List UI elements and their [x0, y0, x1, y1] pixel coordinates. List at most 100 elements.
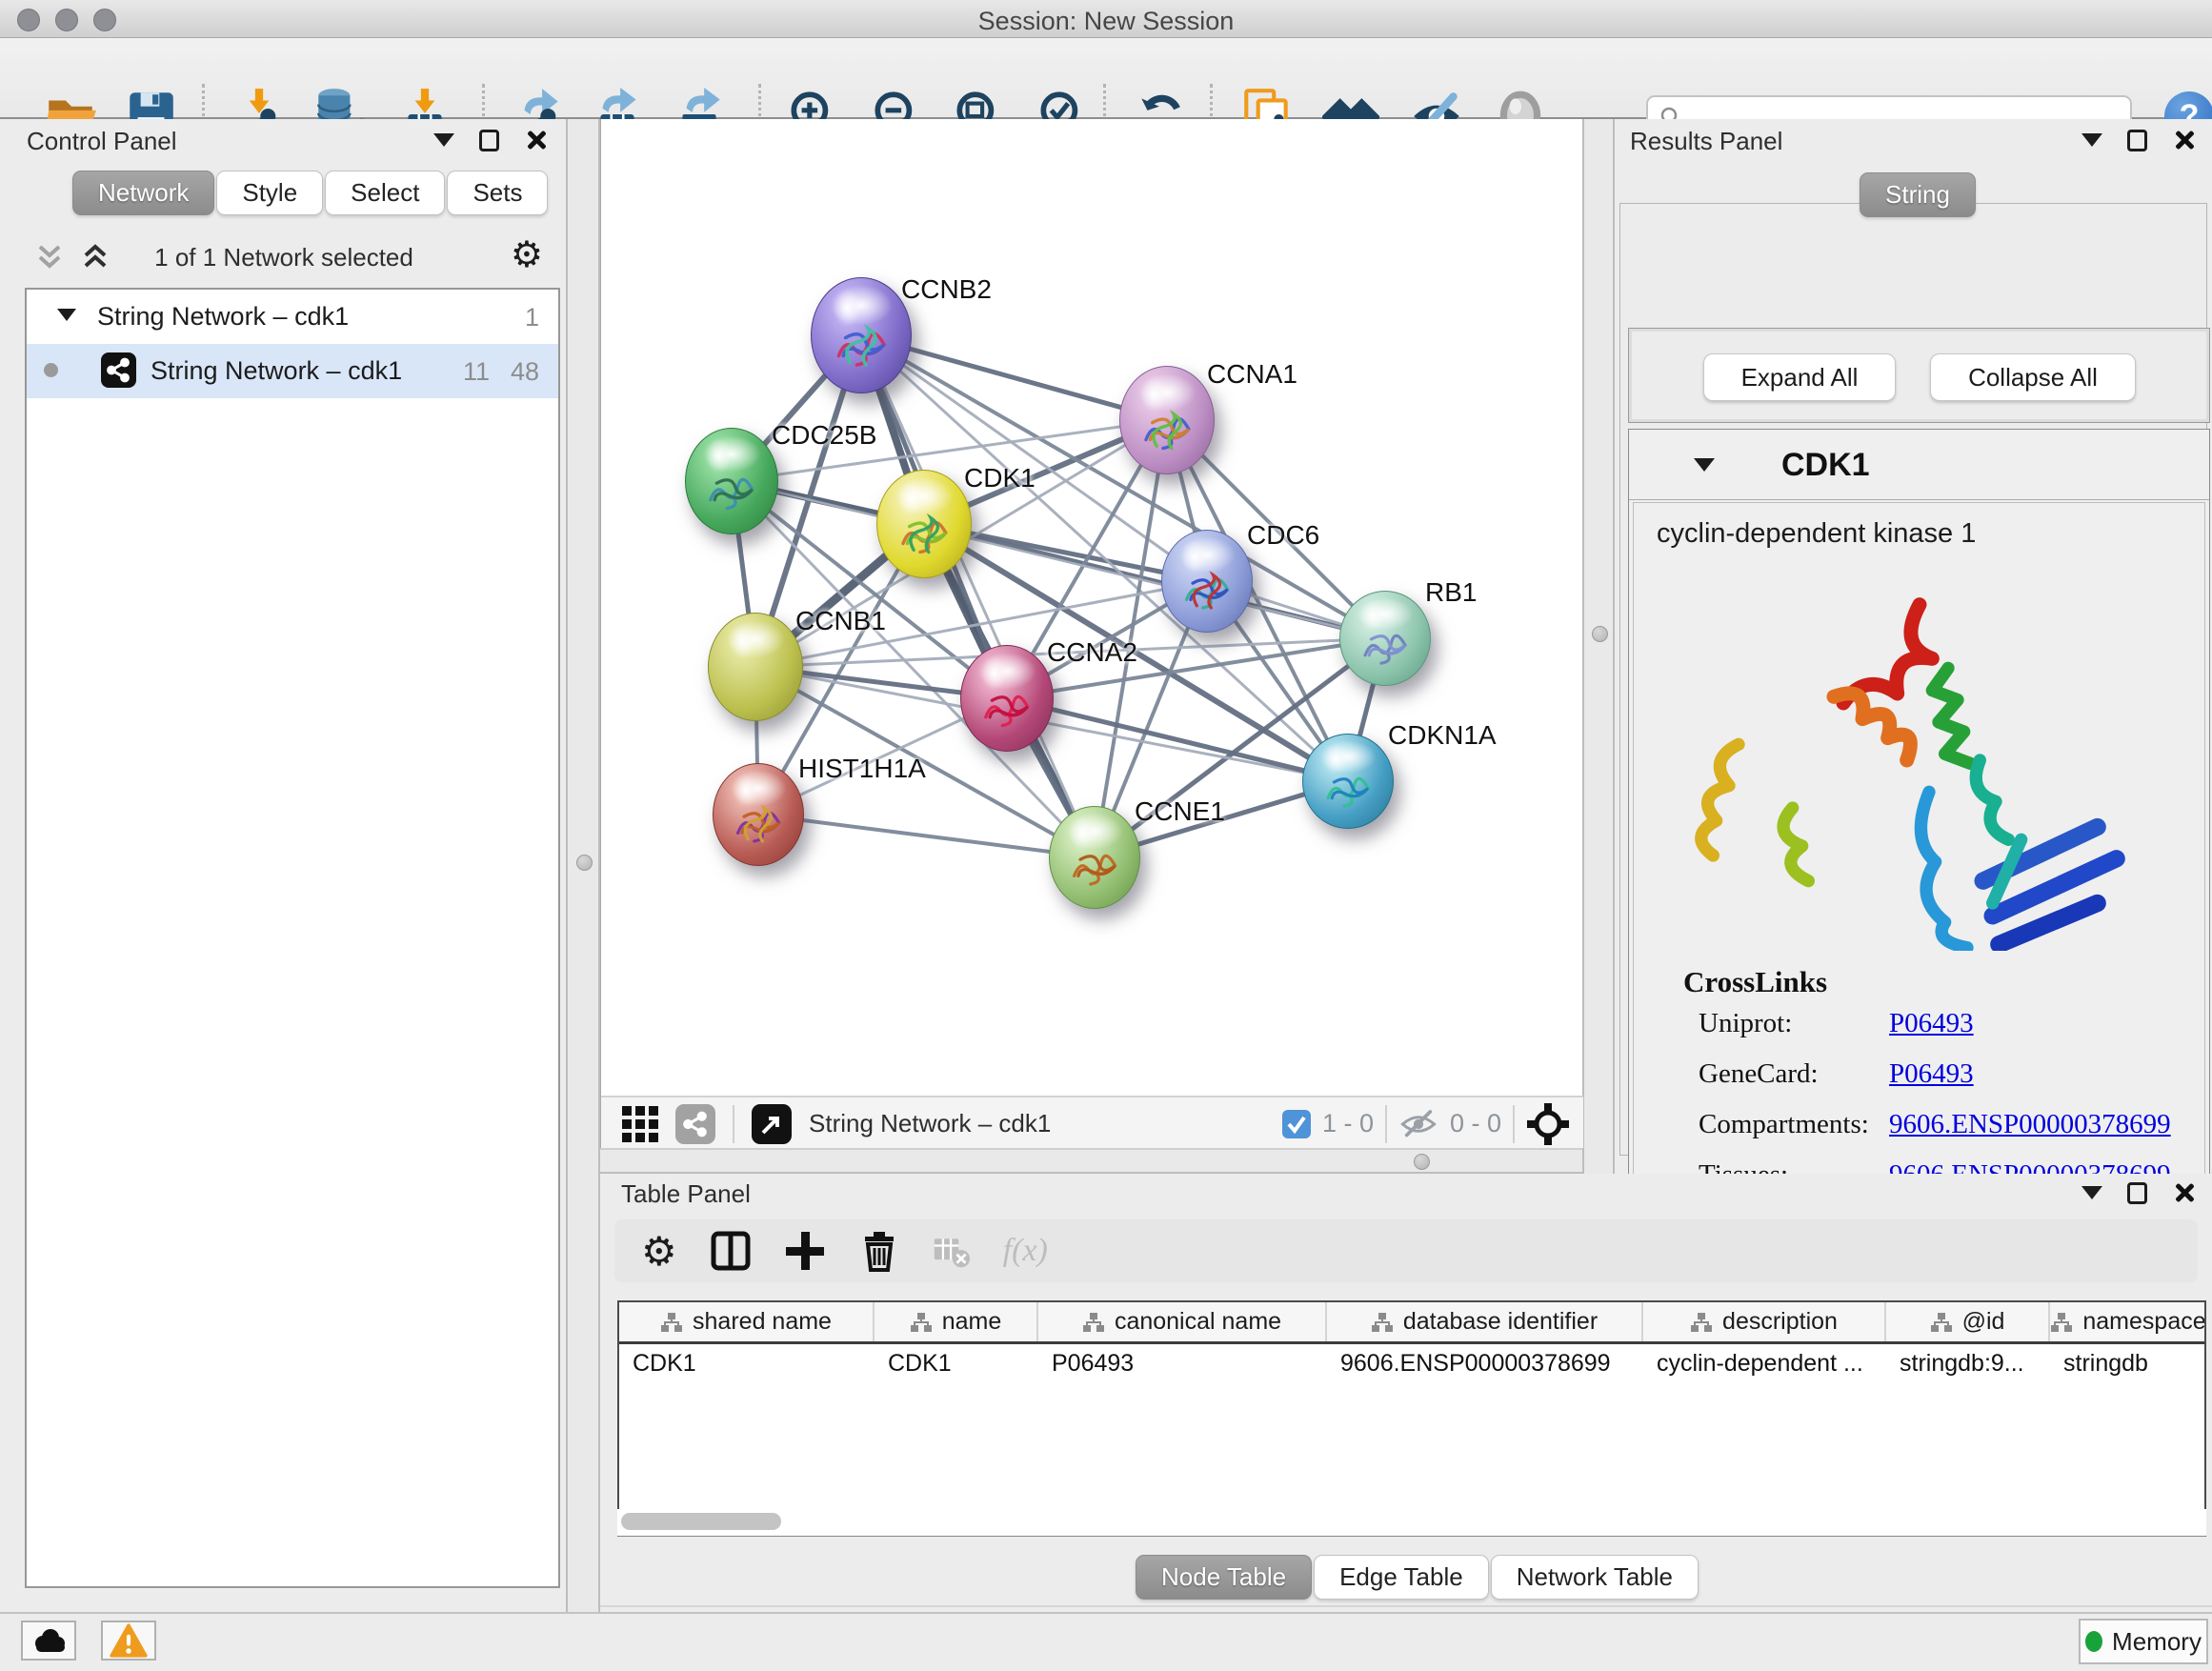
bottom-splitter[interactable]	[600, 1148, 1582, 1174]
network-options-gear-icon[interactable]: ⚙	[511, 233, 543, 276]
tab-string[interactable]: String	[1860, 172, 1976, 217]
table-options-gear-icon[interactable]: ⚙	[641, 1228, 677, 1275]
main-toolbar: ?	[0, 38, 2212, 119]
node-cdc25b[interactable]	[685, 428, 778, 534]
node-gloss	[1319, 740, 1377, 774]
node-label-cdc25b: CDC25B	[772, 420, 876, 451]
column-header-shared-name[interactable]: shared name	[619, 1302, 875, 1341]
results-panel-title: Results Panel	[1630, 127, 1782, 156]
string-network-icon	[101, 352, 136, 388]
collection-label: String Network – cdk1	[97, 302, 349, 332]
node-ccnb1[interactable]	[708, 613, 803, 721]
node-ccna2[interactable]	[960, 645, 1054, 752]
results-panel-float-icon[interactable]	[2127, 130, 2147, 151]
cloud-icon	[30, 1627, 68, 1654]
network-current-dot-icon	[44, 363, 58, 377]
delete-table-icon	[933, 1230, 971, 1272]
right-splitter[interactable]	[1582, 119, 1615, 1174]
crosslink-row: Uniprot:P06493	[1699, 1008, 2171, 1058]
network-collection-bar: 1 of 1 Network selected ⚙	[19, 232, 549, 285]
show-grid-icon[interactable]	[622, 1106, 658, 1142]
crosslink-row: Compartments:9606.ENSP00000378699	[1699, 1109, 2171, 1159]
right-splitter-handle[interactable]	[1592, 626, 1608, 642]
table-row[interactable]: CDK1CDK1P064939606.ENSP00000378699cyclin…	[619, 1344, 2204, 1384]
table-cell[interactable]: 9606.ENSP00000378699	[1327, 1344, 1643, 1384]
crosslink-link[interactable]: P06493	[1889, 1008, 1974, 1038]
column-header-name[interactable]: name	[875, 1302, 1038, 1341]
bottom-splitter-handle[interactable]	[1414, 1154, 1430, 1170]
network-row-selected[interactable]: String Network – cdk1 11 48	[27, 344, 558, 398]
collapse-all-button[interactable]: Collapse All	[1930, 353, 2136, 401]
control-panel-menu-icon[interactable]	[433, 133, 454, 147]
tab-network-table[interactable]: Network Table	[1491, 1555, 1699, 1600]
node-label-cdc6: CDC6	[1247, 520, 1319, 551]
gene-header[interactable]: CDK1	[1629, 430, 2209, 500]
protein-structure-image	[1672, 570, 2167, 951]
warning-icon	[110, 1623, 148, 1658]
table-cell[interactable]: stringdb:9...	[1886, 1344, 2050, 1384]
node-cdkn1a[interactable]	[1302, 734, 1394, 829]
warnings-button[interactable]	[101, 1621, 156, 1661]
control-panel-close-icon[interactable]	[524, 129, 547, 151]
node-hist1h1a[interactable]	[713, 763, 804, 866]
node-rb1[interactable]	[1339, 591, 1431, 686]
node-cdc6[interactable]	[1161, 530, 1253, 633]
fit-selection-target-icon[interactable]	[1526, 1102, 1570, 1146]
node-ccna1[interactable]	[1119, 366, 1215, 474]
tab-network[interactable]: Network	[72, 171, 214, 215]
crosslink-link[interactable]: P06493	[1889, 1058, 1974, 1089]
tab-edge-table[interactable]: Edge Table	[1314, 1555, 1489, 1600]
table-cell[interactable]: P06493	[1038, 1344, 1327, 1384]
column-header-namespace[interactable]: namespace	[2050, 1302, 2206, 1341]
collection-expand-icon[interactable]	[57, 309, 76, 321]
table-header-row: shared namenamecanonical namedatabase id…	[619, 1302, 2204, 1344]
column-header-database-identifier[interactable]: database identifier	[1327, 1302, 1643, 1341]
node-ccne1[interactable]	[1049, 806, 1140, 909]
tab-select[interactable]: Select	[325, 171, 445, 215]
column-header-description[interactable]: description	[1643, 1302, 1886, 1341]
left-splitter-handle[interactable]	[576, 855, 593, 871]
results-panel-close-icon[interactable]	[2172, 129, 2195, 151]
table-cell[interactable]: CDK1	[875, 1344, 1038, 1384]
node-gloss	[895, 477, 955, 515]
tab-node-table[interactable]: Node Table	[1136, 1555, 1312, 1600]
control-panel-float-icon[interactable]	[479, 130, 499, 151]
delete-column-trash-icon[interactable]	[858, 1230, 900, 1272]
tab-sets[interactable]: Sets	[447, 171, 548, 215]
table-hscroll-thumb[interactable]	[621, 1513, 781, 1530]
table-cell[interactable]: cyclin-dependent ...	[1643, 1344, 1886, 1384]
table-panel-divider	[600, 1605, 2212, 1607]
column-header--id[interactable]: @id	[1886, 1302, 2050, 1341]
node-cdk1[interactable]	[876, 470, 972, 578]
results-panel-menu-icon[interactable]	[2081, 133, 2102, 147]
table-panel-float-icon[interactable]	[2127, 1182, 2147, 1204]
selected-checkbox-icon[interactable]	[1282, 1110, 1311, 1138]
table-hscrollbar[interactable]	[617, 1509, 2206, 1536]
network-collection-row[interactable]: String Network – cdk1 1	[27, 290, 558, 344]
string-view-icon[interactable]	[675, 1104, 715, 1144]
network-canvas[interactable]: CCNB2CCNA1CDC25BCDK1CDC6RB1CCNB1CCNA2CDK…	[601, 119, 1583, 1096]
expand-all-button[interactable]: Expand All	[1703, 353, 1896, 401]
table-cell[interactable]: CDK1	[619, 1344, 875, 1384]
node-ccnb2[interactable]	[811, 277, 912, 393]
edge-CCNE1-HIST1H1A[interactable]	[758, 815, 1095, 857]
cloud-button[interactable]	[21, 1621, 76, 1661]
table-cell[interactable]: stringdb	[2050, 1344, 2206, 1384]
gene-collapse-icon[interactable]	[1694, 458, 1715, 472]
memory-button[interactable]: Memory	[2079, 1619, 2208, 1664]
hidden-counter: 0 - 0	[1450, 1109, 1501, 1138]
table-panel-menu-icon[interactable]	[2081, 1186, 2102, 1199]
table-panel-close-icon[interactable]	[2172, 1181, 2195, 1204]
string-results-container: Expand All Collapse All CDK1 cyclin-depe…	[1619, 203, 2207, 1156]
column-header-canonical-name[interactable]: canonical name	[1038, 1302, 1327, 1341]
show-columns-icon[interactable]	[710, 1230, 752, 1272]
left-splitter[interactable]	[566, 119, 600, 1612]
node-label-ccne1: CCNE1	[1135, 796, 1225, 827]
crosslink-link[interactable]: 9606.ENSP00000378699	[1889, 1109, 2171, 1139]
gene-symbol: CDK1	[1781, 447, 1870, 484]
add-column-icon[interactable]	[784, 1230, 826, 1272]
birds-eye-view-icon[interactable]	[752, 1104, 792, 1144]
node-table: shared namenamecanonical namedatabase id…	[617, 1300, 2206, 1537]
tab-style[interactable]: Style	[216, 171, 323, 215]
node-label-cdk1: CDK1	[964, 463, 1036, 493]
